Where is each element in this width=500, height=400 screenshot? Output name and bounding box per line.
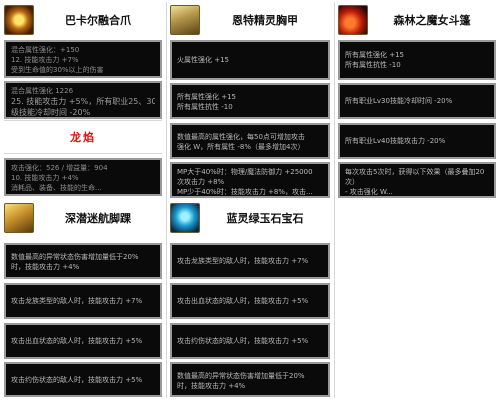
item-header: 恩特精灵胸甲 xyxy=(170,3,330,37)
item-header: 森林之魔女斗篷 xyxy=(338,3,496,37)
effect-line: - 攻击强化 W... xyxy=(345,188,393,196)
effect-line: 攻击出血状态的敌人时，技能攻击力 +5% xyxy=(177,297,309,305)
item-header: 巴卡尔融合爪 xyxy=(4,3,162,37)
item-name: 森林之魔女斗篷 xyxy=(393,14,471,27)
effect-line: 时，技能攻击力 +4% xyxy=(177,382,246,390)
column-divider xyxy=(334,2,335,398)
effect-line: 攻击出血状态的敌人时，技能攻击力 +5% xyxy=(11,337,143,345)
set-name-banner: 龙焰 xyxy=(4,120,162,154)
set-effect-panel: 攻击约伤状态的敌人时，技能攻击力 +5% xyxy=(4,362,162,397)
set-effect-panel: MP大于40%时：物理/魔法防御力 +25000 次攻击力 +8% MP少于40… xyxy=(170,162,330,198)
effect-line: 12. 技能攻击力 +7% xyxy=(11,56,79,64)
effect-line: 数值最高的异常状态伤害增加量低于20% xyxy=(11,253,139,261)
set-effect-panel: 混合属性强化 1226 25. 技能攻击力 +5%，所有职业25、30 级技能冷… xyxy=(4,81,162,119)
effect-line: 10. 技能攻击力 +4% xyxy=(11,174,79,182)
set-effect-panel: 攻击约伤状态的敌人时，技能攻击力 +5% xyxy=(170,323,330,359)
set-effect-panel: 攻击强化：526 / 增益量：904 10. 技能攻击力 +4% 消耗品、装备、… xyxy=(4,158,162,196)
effect-line: 所有属性强化 +15 xyxy=(177,93,236,101)
effect-line: 所有属性强化 +15 xyxy=(345,51,404,59)
effect-line: 攻击龙族类型的敌人时，技能攻击力 +7% xyxy=(11,297,143,305)
set-effect-panel: 每次攻击5次时，获得以下效果（最多叠加20 次） - 攻击强化 W... xyxy=(338,162,496,198)
set-effect-panel: 数值最高的异常状态伤害增加量低于20% 时，技能攻击力 +4% xyxy=(170,362,330,397)
set-effect-panel: 所有职业Lv40技能攻击力 -20% xyxy=(338,123,496,159)
chest-armor-icon xyxy=(170,5,200,35)
effect-line: 消耗品、装备、技能的生命... xyxy=(11,184,102,192)
item-header: 深潜迷航脚踝 xyxy=(4,201,162,235)
effect-line: 所有属性抗性 -10 xyxy=(345,61,401,69)
effect-line: 攻击龙族类型的敌人时，技能攻击力 +7% xyxy=(177,257,309,265)
set-effect-panel: 数值最高的属性强化，每50点可增加攻击 强化 W，所有属性 -8%（最多增加4次… xyxy=(170,123,330,159)
item-name: 巴卡尔融合爪 xyxy=(65,14,131,27)
effect-line: 数值最高的属性强化，每50点可增加攻击 xyxy=(177,133,305,141)
effect-line: 所有职业Lv30技能冷却时间 -20% xyxy=(345,97,453,105)
effect-line: 攻击强化：526 / 增益量：904 xyxy=(11,164,108,172)
claw-icon xyxy=(4,5,34,35)
effect-line: 攻击约伤状态的敌人时，技能攻击力 +5% xyxy=(177,337,309,345)
gem-icon xyxy=(170,203,200,233)
banner-label: 龙焰 xyxy=(70,131,96,144)
effect-line: 时，技能攻击力 +4% xyxy=(11,263,80,271)
effect-line: 混合属性强化：+150 xyxy=(11,46,80,54)
effect-line: 受到生命值的30%以上的伤害 xyxy=(11,66,104,74)
boots-icon xyxy=(4,203,34,233)
set-effect-panel: 混合属性强化：+150 12. 技能攻击力 +7% 受到生命值的30%以上的伤害 xyxy=(4,40,162,78)
effect-line: 每次攻击5次时，获得以下效果（最多叠加20 xyxy=(345,168,485,176)
set-effect-panel: 所有属性强化 +15 所有属性抗性 -10 xyxy=(338,40,496,80)
item-name: 深潜迷航脚踝 xyxy=(65,212,131,225)
effect-line: 次攻击力 +8% xyxy=(177,178,225,186)
item-name: 蓝灵绿玉石宝石 xyxy=(226,212,304,225)
effect-line: 级技能冷却时间 -20% xyxy=(11,108,91,117)
set-effect-panel: 火属性强化 +15 xyxy=(170,40,330,80)
item-header: 蓝灵绿玉石宝石 xyxy=(170,201,330,235)
set-effect-panel: 攻击出血状态的敌人时，技能攻击力 +5% xyxy=(4,323,162,359)
effect-line: 所有属性抗性 -10 xyxy=(177,103,233,111)
effect-line: 次） xyxy=(345,178,359,186)
column-divider xyxy=(166,2,167,398)
item-name: 恩特精灵胸甲 xyxy=(232,14,298,27)
effect-line: 火属性强化 +15 xyxy=(177,56,229,64)
set-effect-panel: 攻击龙族类型的敌人时，技能攻击力 +7% xyxy=(4,283,162,319)
effect-line: 25. 技能攻击力 +5%，所有职业25、30 xyxy=(11,97,155,106)
effect-line: 所有职业Lv40技能攻击力 -20% xyxy=(345,137,446,145)
set-effect-panel: 数值最高的异常状态伤害增加量低于20% 时，技能攻击力 +4% xyxy=(4,243,162,279)
set-effect-panel: 所有属性强化 +15 所有属性抗性 -10 xyxy=(170,83,330,119)
effect-line: 强化 W，所有属性 -8%（最多增加4次） xyxy=(177,143,305,151)
set-effect-panel: 攻击出血状态的敌人时，技能攻击力 +5% xyxy=(170,283,330,319)
effect-line: MP大于40%时：物理/魔法防御力 +25000 xyxy=(177,168,313,176)
cloak-icon xyxy=(338,5,368,35)
set-effect-panel: 所有职业Lv30技能冷却时间 -20% xyxy=(338,83,496,119)
effect-line: 数值最高的异常状态伤害增加量低于20% xyxy=(177,372,305,380)
effect-line: MP少于40%时：技能攻击力 +8%，攻击... xyxy=(177,188,313,196)
effect-line: 混合属性强化 1226 xyxy=(11,87,74,95)
set-effect-panel: 攻击龙族类型的敌人时，技能攻击力 +7% xyxy=(170,243,330,279)
effect-line: 攻击约伤状态的敌人时，技能攻击力 +5% xyxy=(11,376,143,384)
